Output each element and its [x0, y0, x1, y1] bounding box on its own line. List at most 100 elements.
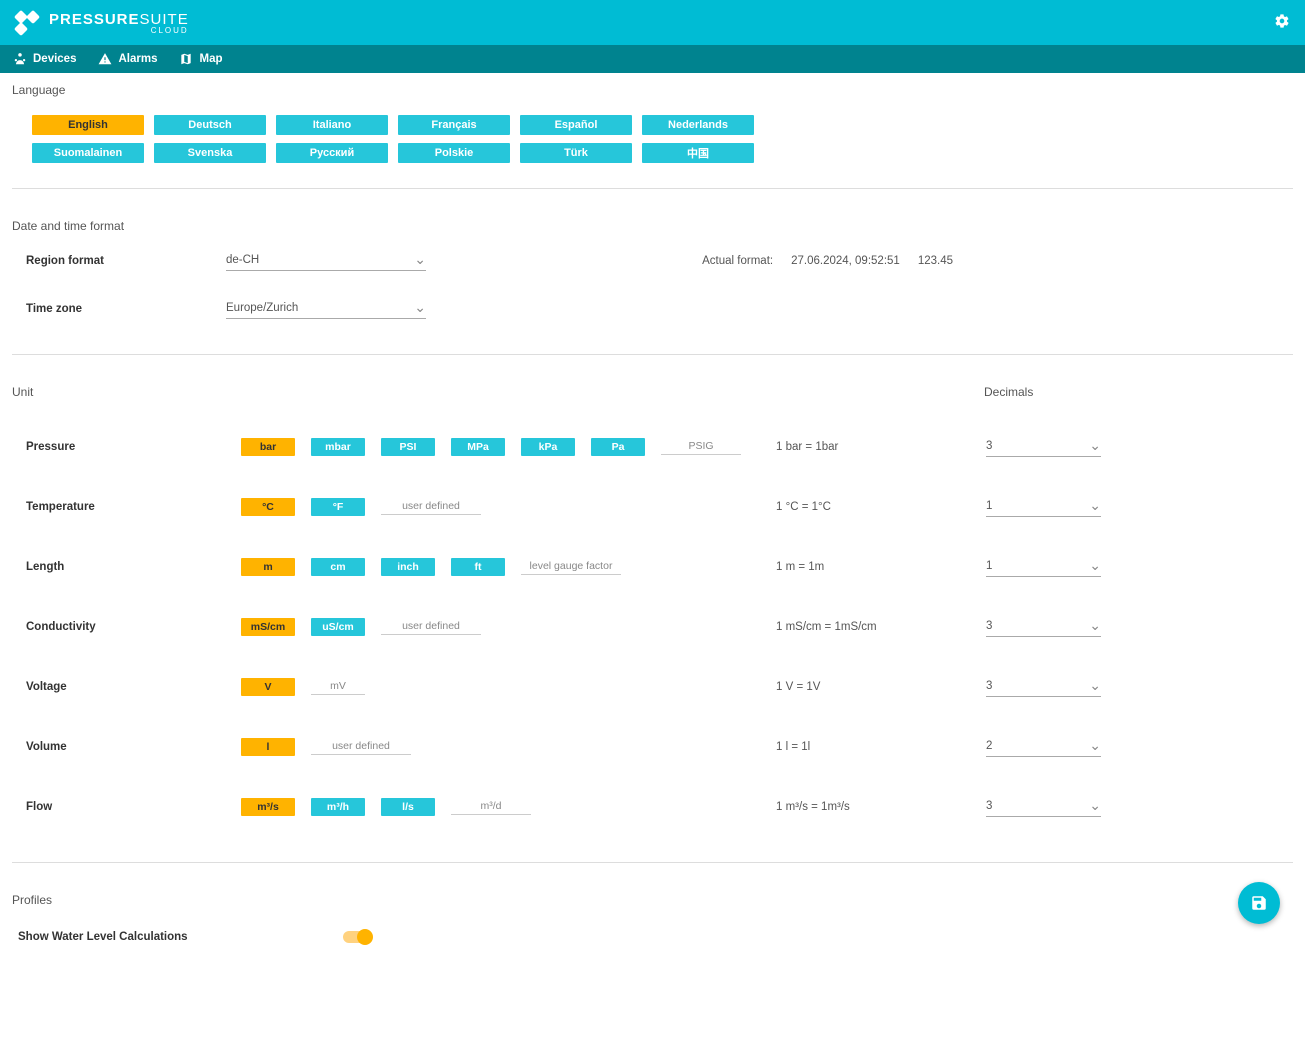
decimals-select[interactable]: 3⌄	[986, 797, 1101, 817]
unit-option-ft[interactable]: ft	[451, 558, 505, 576]
nav-map-label: Map	[199, 53, 222, 65]
decimals-value: 1	[986, 500, 992, 512]
unit-conversion: 1 V = 1V	[776, 681, 986, 693]
unit-option-mh[interactable]: m³/h	[311, 798, 365, 816]
lang-option-中国[interactable]: 中国	[642, 143, 754, 163]
timezone-value: Europe/Zurich	[226, 302, 298, 314]
lang-option-nederlands[interactable]: Nederlands	[642, 115, 754, 135]
lang-option-polskie[interactable]: Polskie	[398, 143, 510, 163]
unit-option-ms[interactable]: m³/s	[241, 798, 295, 816]
unit-option-mpa[interactable]: MPa	[451, 438, 505, 456]
unit-buttons: m³/s m³/h l/s m³/d	[241, 798, 776, 816]
decimals-select[interactable]: 1⌄	[986, 557, 1101, 577]
unit-rows: Pressurebarmbar PSI MPakPa Pa PSIG 1 bar = 1b…	[12, 417, 1293, 837]
settings-button[interactable]	[1274, 13, 1290, 32]
unit-row-voltage: VoltageVmV1 V = 1V3⌄	[12, 657, 1293, 717]
lang-option-english[interactable]: English	[32, 115, 144, 135]
chevron-down-icon: ⌄	[1089, 797, 1101, 814]
unit-buttons: l user defined	[241, 738, 776, 756]
decimals-select[interactable]: 1⌄	[986, 497, 1101, 517]
unit-row-conductivity: ConductivitymS/cmuS/cmuser defined1 mS/c…	[12, 597, 1293, 657]
decimals-select[interactable]: 3⌄	[986, 617, 1101, 637]
save-fab[interactable]	[1238, 882, 1280, 924]
unit-option-pa[interactable]: Pa	[591, 438, 645, 456]
chevron-down-icon: ⌄	[1089, 617, 1101, 634]
unit-custom-input[interactable]: user defined	[381, 620, 481, 635]
region-format-select[interactable]: de-CH ⌄	[226, 251, 426, 271]
unit-option-bar[interactable]: bar	[241, 438, 295, 456]
lang-option-italiano[interactable]: Italiano	[276, 115, 388, 135]
unit-option-psi[interactable]: PSI	[381, 438, 435, 456]
sub-nav: Devices Alarms Map	[0, 45, 1305, 73]
unit-label: Voltage	[26, 681, 241, 693]
unit-buttons: °C °F user defined	[241, 498, 776, 516]
unit-custom-input[interactable]: user defined	[311, 740, 411, 755]
unit-option-cm[interactable]: cm	[311, 558, 365, 576]
unit-custom-input[interactable]: level gauge factor	[521, 560, 621, 575]
unit-conversion: 1 bar = 1bar	[776, 441, 986, 453]
lang-option-suomalainen[interactable]: Suomalainen	[32, 143, 144, 163]
decimals-value: 1	[986, 560, 992, 572]
decimals-select[interactable]: 3⌄	[986, 677, 1101, 697]
unit-custom-input[interactable]: m³/d	[451, 800, 531, 815]
language-grid: English Deutsch Italiano Français Español Ned…	[12, 115, 772, 163]
unit-custom-input[interactable]: user defined	[381, 500, 481, 515]
unit-option-mscm[interactable]: mS/cm	[241, 618, 295, 636]
settings-content: Language EnglishDeutschItalianoFrançaisE…	[0, 73, 1305, 1039]
lang-option-español[interactable]: Español	[520, 115, 632, 135]
unit-label: Flow	[26, 801, 241, 813]
top-bar: PRESSURESUITE CLOUD	[0, 0, 1305, 45]
unit-option-f[interactable]: °F	[311, 498, 365, 516]
nav-alarms[interactable]: Alarms	[98, 52, 157, 66]
unit-option-inch[interactable]: inch	[381, 558, 435, 576]
unit-option-ls[interactable]: l/s	[381, 798, 435, 816]
show-water-toggle[interactable]	[343, 931, 371, 943]
unit-option-kpa[interactable]: kPa	[521, 438, 575, 456]
chevron-down-icon: ⌄	[414, 299, 426, 316]
actual-format: Actual format: 27.06.2024, 09:52:51 123.…	[702, 255, 953, 267]
decimals-value: 3	[986, 440, 992, 452]
unit-buttons: mcminchft level gauge factor	[241, 558, 776, 576]
actual-format-date: 27.06.2024, 09:52:51	[791, 255, 900, 267]
unit-option-mv[interactable]: mV	[311, 680, 365, 695]
region-format-label: Region format	[26, 255, 226, 267]
unit-section: Unit Decimals Pressurebarmbar PSI MPakPa Pa…	[12, 385, 1293, 863]
unit-option-c[interactable]: °C	[241, 498, 295, 516]
nav-devices[interactable]: Devices	[13, 52, 76, 66]
unit-title: Unit	[12, 385, 1293, 399]
warning-icon	[98, 52, 112, 66]
unit-conversion: 1 l = 1l	[776, 741, 986, 753]
show-water-row: Show Water Level Calculations	[12, 931, 1293, 943]
nav-devices-label: Devices	[33, 53, 76, 65]
unit-row-length: Lengthmcminchftlevel gauge factor1 m = 1…	[12, 537, 1293, 597]
decimals-value: 3	[986, 800, 992, 812]
region-format-value: de-CH	[226, 254, 259, 266]
unit-custom-input[interactable]: PSIG	[661, 440, 741, 455]
lang-option-türk[interactable]: Türk	[520, 143, 632, 163]
unit-buttons: VmV	[241, 678, 776, 696]
decimals-header: Decimals	[984, 385, 1033, 399]
unit-option-mbar[interactable]: mbar	[311, 438, 365, 456]
lang-option-svenska[interactable]: Svenska	[154, 143, 266, 163]
unit-option-uscm[interactable]: uS/cm	[311, 618, 365, 636]
devices-icon	[13, 52, 27, 66]
gear-icon	[1274, 13, 1290, 29]
lang-option-français[interactable]: Français	[398, 115, 510, 135]
decimals-select[interactable]: 3⌄	[986, 437, 1101, 457]
actual-format-label: Actual format:	[702, 255, 773, 267]
map-icon	[179, 52, 193, 66]
unit-option-l[interactable]: l	[241, 738, 295, 756]
unit-label: Pressure	[26, 441, 241, 453]
unit-option-v[interactable]: V	[241, 678, 295, 696]
decimals-value: 2	[986, 740, 992, 752]
chevron-down-icon: ⌄	[1089, 677, 1101, 694]
decimals-select[interactable]: 2⌄	[986, 737, 1101, 757]
timezone-row: Time zone Europe/Zurich ⌄	[12, 299, 1293, 319]
unit-row-pressure: Pressurebarmbar PSI MPakPa Pa PSIG 1 bar = 1b…	[12, 417, 1293, 477]
lang-option-deutsch[interactable]: Deutsch	[154, 115, 266, 135]
lang-option-русский[interactable]: Русский	[276, 143, 388, 163]
unit-option-m[interactable]: m	[241, 558, 295, 576]
nav-map[interactable]: Map	[179, 52, 222, 66]
profiles-title: Profiles	[12, 893, 1293, 907]
timezone-select[interactable]: Europe/Zurich ⌄	[226, 299, 426, 319]
